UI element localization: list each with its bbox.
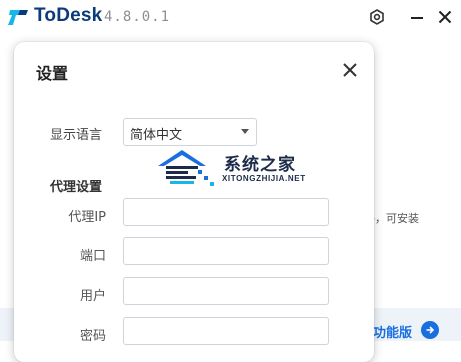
port-input[interactable] [123,237,329,265]
title-bar: ToDesk 4.8.0.1 [0,0,461,34]
user-label: 用户 [79,289,106,304]
language-label: 显示语言 [50,128,103,143]
gear-icon [370,9,384,25]
proxy-ip-input[interactable] [123,198,329,226]
arrow-right-icon [426,326,435,334]
dialog-close-icon[interactable] [340,60,360,80]
settings-dialog: 设置 显示语言 简体中文 代理设置 代理IP 端口 用户 密码 [14,42,374,362]
app-version: 4.8.0.1 [104,9,171,25]
app-name: ToDesk [34,5,103,26]
language-select-value: 简体中文 [130,128,183,143]
port-label: 端口 [79,249,106,264]
chevron-down-icon [241,129,249,134]
todesk-logo-icon [8,10,28,25]
feature-version-link[interactable]: 功能版 [373,322,412,341]
dialog-title: 设置 [36,64,69,83]
feature-version-button[interactable] [421,321,439,339]
proxy-ip-label: 代理IP [68,210,106,225]
close-icon [438,10,452,24]
minimize-icon [411,17,423,19]
close-window-button[interactable] [434,6,456,28]
settings-button[interactable] [366,6,388,28]
password-label: 密码 [79,329,106,344]
user-input[interactable] [123,277,329,305]
language-select[interactable]: 简体中文 [123,118,257,146]
minimize-button[interactable] [406,6,428,28]
proxy-section-title: 代理设置 [50,180,103,195]
